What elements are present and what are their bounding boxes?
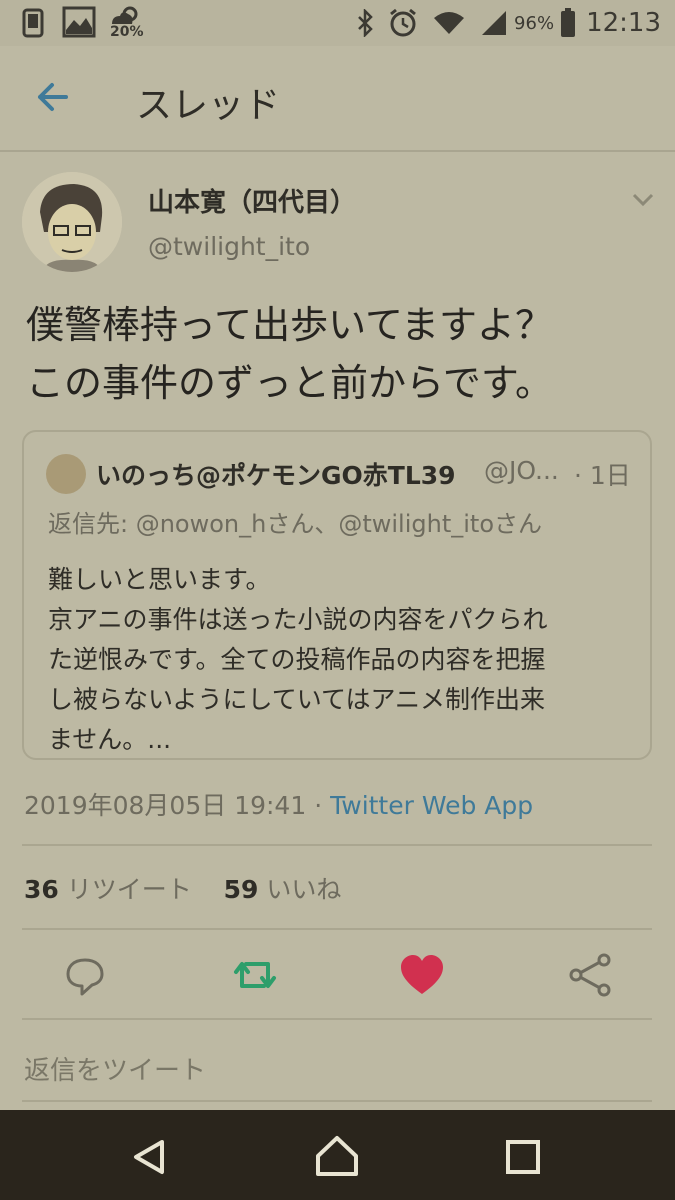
wifi-icon <box>434 12 465 34</box>
nav-recents-icon[interactable] <box>498 1132 548 1182</box>
quoted-avatar <box>46 454 86 494</box>
avatar[interactable] <box>22 172 122 272</box>
quoted-handle: @JO... <box>484 456 559 485</box>
quoted-body-line: ません。... <box>48 725 172 754</box>
quoted-body-line: 難しいと思います。 <box>48 565 271 594</box>
chevron-down-icon[interactable] <box>630 190 656 210</box>
status-bar: 20% 96% 12:13 <box>0 0 675 46</box>
author-handle[interactable]: @twilight_ito <box>148 232 310 261</box>
quoted-body-line: 京アニの事件は送った小説の内容をパクられ <box>48 605 548 634</box>
share-icon[interactable] <box>566 950 616 1000</box>
tweet-text-line: 僕警棒持って出歩いてますよ？ <box>26 303 554 347</box>
divider <box>22 928 652 930</box>
system-nav-bar <box>0 1110 675 1200</box>
signal-icon <box>482 11 507 35</box>
quoted-tweet[interactable]: いのっち@ポケモンGO赤TL39 @JO... · 1日 返信先: @nowon… <box>22 430 652 760</box>
battery-icon <box>561 8 576 37</box>
nav-back-icon[interactable] <box>126 1132 176 1182</box>
quoted-reply-to: 返信先: @nowon_hさん、@twilight_itoさん <box>48 510 543 538</box>
page-title: スレッド <box>136 85 281 126</box>
clock: 12:13 <box>586 8 661 38</box>
like-label[interactable]: いいね <box>266 875 341 904</box>
quoted-display-name: いのっち@ポケモンGO赤TL39 <box>96 461 456 490</box>
retweet-count[interactable]: 36 <box>24 875 59 904</box>
divider <box>22 1100 652 1102</box>
retweet-icon[interactable] <box>230 950 280 1000</box>
nav-home-icon[interactable] <box>312 1132 362 1182</box>
tweet-text: 僕警棒持って出歩いてますよ？ この事件のずっと前からです。 <box>26 296 656 412</box>
phone-icon <box>22 8 44 38</box>
tweet-meta: 2019年08月05日 19:41 · Twitter Web App <box>24 786 533 822</box>
retweet-label[interactable]: リツイート <box>67 875 192 904</box>
quoted-body-line: た逆恨みです。全ての投稿作品の内容を把握 <box>48 645 546 674</box>
app-bar: スレッド <box>0 46 675 152</box>
tweet-counts: 36 リツイート 59 いいね <box>24 870 341 906</box>
heart-icon[interactable] <box>397 950 447 1000</box>
like-count[interactable]: 59 <box>224 875 259 904</box>
tweet-source-link[interactable]: Twitter Web App <box>330 791 533 820</box>
tweet-actions <box>0 940 675 1010</box>
weather-icon <box>112 6 138 24</box>
tweet-timestamp: 2019年08月05日 19:41 <box>24 791 307 820</box>
tweet-text-line: この事件のずっと前からです。 <box>26 361 554 405</box>
divider <box>22 1018 652 1020</box>
avatar-illustration <box>22 172 122 272</box>
quoted-body-line: し被らないようにしていてはアニメ制作出来 <box>48 685 546 714</box>
divider <box>22 844 652 846</box>
author-display-name[interactable]: 山本寛（四代目） <box>148 182 356 219</box>
reply-icon[interactable] <box>60 950 110 1000</box>
quoted-time: · 1日 <box>574 461 631 490</box>
arrow-left-icon[interactable] <box>30 74 76 120</box>
temperature-text: 20% <box>110 24 144 40</box>
quoted-body: 難しいと思います。 京アニの事件は送った小説の内容をパクられ た逆恨みです。全て… <box>48 560 638 760</box>
alarm-icon <box>390 8 416 37</box>
bluetooth-icon <box>358 9 373 37</box>
battery-percent: 96% <box>514 12 555 34</box>
meta-separator: · <box>314 791 323 820</box>
image-icon <box>62 6 96 38</box>
reply-input[interactable]: 返信をツイート <box>24 1050 206 1087</box>
